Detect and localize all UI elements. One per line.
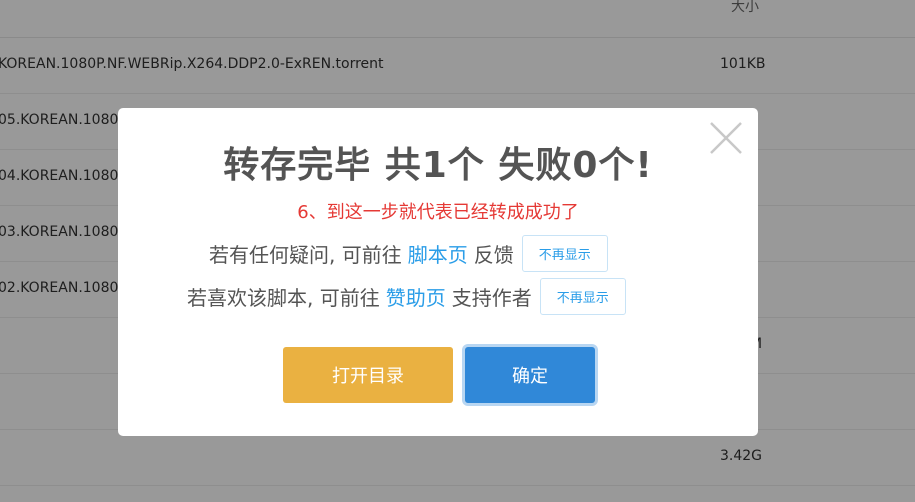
step-annotation: 6、到这一步就代表已经转成成功了 [297, 202, 579, 223]
feedback-prefix: 若有任何疑问, 可前往 [209, 243, 402, 267]
sponsor-page-link[interactable]: 赞助页 [386, 282, 446, 311]
sponsor-line: 若喜欢该脚本, 可前往 赞助页 支持作者 不再显示 [187, 278, 626, 315]
hide-sponsor-button[interactable]: 不再显示 [539, 278, 626, 315]
sponsor-suffix: 支持作者 [451, 286, 532, 310]
open-directory-button[interactable]: 打开目录 [283, 347, 453, 403]
transfer-complete-dialog: 转存完毕 共1个 失败0个! 6、到这一步就代表已经转成成功了 若有任何疑问, … [118, 108, 758, 436]
sponsor-prefix: 若喜欢该脚本, 可前往 [187, 286, 380, 310]
feedback-line: 若有任何疑问, 可前往 脚本页 反馈 不再显示 [209, 235, 608, 272]
hide-feedback-button[interactable]: 不再显示 [521, 235, 608, 272]
confirm-button[interactable]: 确定 [465, 347, 595, 403]
feedback-suffix: 反馈 [473, 243, 514, 267]
dialog-title: 转存完毕 共1个 失败0个! [223, 145, 653, 186]
page: 大小 KOREAN.1080P.NF.WEBRip.X264.DDP2.0-Ex… [0, 0, 915, 502]
script-page-link[interactable]: 脚本页 [408, 239, 468, 268]
